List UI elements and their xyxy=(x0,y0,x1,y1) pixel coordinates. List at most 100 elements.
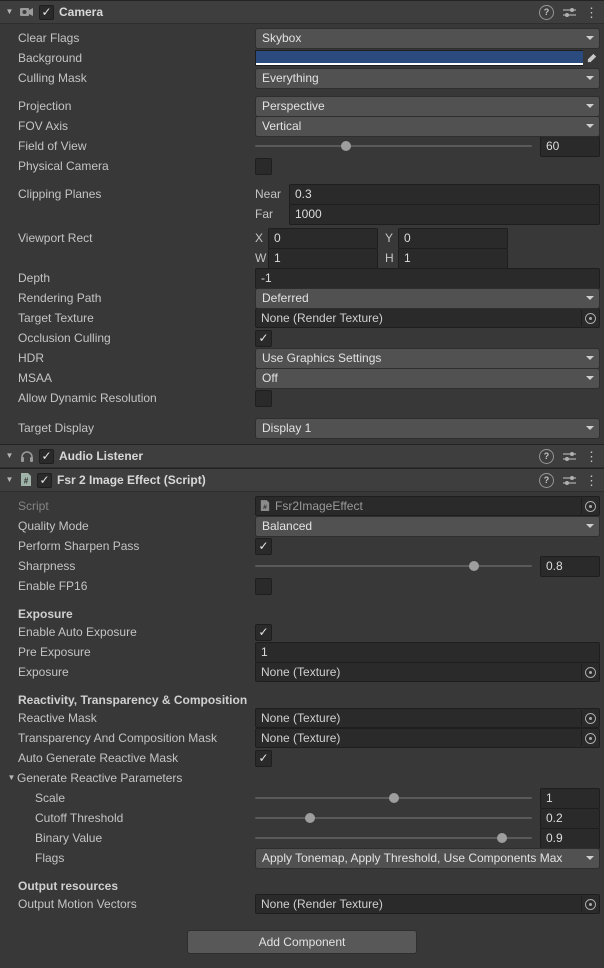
auto-generate-reactive-checkbox[interactable]: ✓ xyxy=(255,750,272,767)
clear-flags-dropdown[interactable]: Skybox xyxy=(255,28,600,49)
binary-value-slider[interactable] xyxy=(255,830,532,846)
camera-foldout-icon[interactable]: ▼ xyxy=(4,8,15,16)
perform-sharpen-checkbox[interactable]: ✓ xyxy=(255,538,272,555)
sharpness-slider[interactable] xyxy=(255,558,532,574)
cutoff-threshold-input[interactable]: 0.2 xyxy=(540,808,600,829)
fsr2-component-header[interactable]: ▼ # ✓ Fsr 2 Image Effect (Script) ? ⋮ xyxy=(0,468,604,492)
fov-axis-dropdown[interactable]: Vertical xyxy=(255,116,600,137)
audio-listener-component-header[interactable]: ▼ ✓ Audio Listener ? ⋮ xyxy=(0,444,604,468)
quality-mode-row: Quality Mode Balanced xyxy=(0,516,604,536)
viewport-w-input[interactable]: 1 xyxy=(268,248,378,269)
script-label: Script xyxy=(18,499,255,513)
transparency-mask-label: Transparency And Composition Mask xyxy=(18,731,255,745)
object-picker-icon[interactable] xyxy=(581,710,599,726)
scale-input[interactable]: 1 xyxy=(540,788,600,809)
help-icon[interactable]: ? xyxy=(539,473,554,488)
cutoff-threshold-slider[interactable] xyxy=(255,810,532,826)
depth-row: Depth -1 xyxy=(0,268,604,288)
msaa-label: MSAA xyxy=(18,371,255,385)
camera-enabled-checkbox[interactable]: ✓ xyxy=(39,5,54,20)
menu-icon[interactable]: ⋮ xyxy=(585,6,598,19)
transparency-mask-field[interactable]: None (Texture) xyxy=(255,728,600,748)
generate-reactive-params-label[interactable]: Generate Reactive Parameters xyxy=(17,771,254,785)
sharpness-slider-thumb[interactable] xyxy=(469,561,479,571)
audio-listener-foldout-icon[interactable]: ▼ xyxy=(4,452,15,460)
menu-icon[interactable]: ⋮ xyxy=(585,450,598,463)
hdr-dropdown[interactable]: Use Graphics Settings xyxy=(255,348,600,369)
fsr2-enabled-checkbox[interactable]: ✓ xyxy=(37,473,52,488)
camera-component-header[interactable]: ▼ ✓ Camera ? ⋮ xyxy=(0,0,604,24)
enable-auto-exposure-label: Enable Auto Exposure xyxy=(18,625,255,639)
enable-auto-exposure-checkbox[interactable]: ✓ xyxy=(255,624,272,641)
viewport-h-input[interactable]: 1 xyxy=(398,248,508,269)
object-picker-icon[interactable] xyxy=(581,498,599,514)
alpha-bar xyxy=(256,63,583,65)
output-motion-vectors-label: Output Motion Vectors xyxy=(18,897,255,911)
scale-slider-thumb[interactable] xyxy=(389,793,399,803)
object-picker-icon[interactable] xyxy=(581,310,599,326)
far-input[interactable]: 1000 xyxy=(289,204,600,225)
binary-value-input[interactable]: 0.9 xyxy=(540,828,600,849)
occlusion-culling-row: Occlusion Culling ✓ xyxy=(0,328,604,348)
help-icon[interactable]: ? xyxy=(539,449,554,464)
rendering-path-row: Rendering Path Deferred xyxy=(0,288,604,308)
field-of-view-input[interactable]: 60 xyxy=(540,136,600,157)
generate-reactive-params-foldout-icon[interactable]: ▼ xyxy=(6,774,17,782)
target-texture-field[interactable]: None (Render Texture) xyxy=(255,308,600,328)
field-of-view-slider[interactable] xyxy=(255,138,532,154)
target-display-dropdown[interactable]: Display 1 xyxy=(255,418,600,439)
allow-dynamic-resolution-checkbox[interactable]: ✓ xyxy=(255,390,272,407)
cutoff-threshold-slider-thumb[interactable] xyxy=(305,813,315,823)
output-motion-vectors-field[interactable]: None (Render Texture) xyxy=(255,894,600,914)
binary-value-slider-thumb[interactable] xyxy=(497,833,507,843)
allow-dynamic-resolution-row: Allow Dynamic Resolution ✓ xyxy=(0,388,604,408)
viewport-x-input[interactable]: 0 xyxy=(268,228,378,249)
auto-generate-reactive-label: Auto Generate Reactive Mask xyxy=(18,751,255,765)
depth-input[interactable]: -1 xyxy=(255,268,600,289)
field-of-view-slider-thumb[interactable] xyxy=(341,141,351,151)
viewport-y-input[interactable]: 0 xyxy=(398,228,508,249)
occlusion-culling-label: Occlusion Culling xyxy=(18,331,255,345)
object-picker-icon[interactable] xyxy=(581,896,599,912)
eyedropper-icon[interactable] xyxy=(583,50,600,66)
object-picker-icon[interactable] xyxy=(581,664,599,680)
projection-label: Projection xyxy=(18,99,255,113)
quality-mode-dropdown[interactable]: Balanced xyxy=(255,516,600,537)
viewport-x-label: X xyxy=(255,231,268,245)
physical-camera-checkbox[interactable]: ✓ xyxy=(255,158,272,175)
script-field[interactable]: # Fsr2ImageEffect xyxy=(255,496,600,516)
exposure-section-header: Exposure xyxy=(0,605,604,622)
audio-listener-enabled-checkbox[interactable]: ✓ xyxy=(39,449,54,464)
scale-slider[interactable] xyxy=(255,790,532,806)
generate-reactive-params-row[interactable]: ▼ Generate Reactive Parameters xyxy=(0,768,604,788)
presets-icon[interactable] xyxy=(563,7,576,18)
occlusion-culling-checkbox[interactable]: ✓ xyxy=(255,330,272,347)
near-input[interactable]: 0.3 xyxy=(289,184,600,205)
pre-exposure-input[interactable]: 1 xyxy=(255,642,600,663)
msaa-dropdown[interactable]: Off xyxy=(255,368,600,389)
presets-icon[interactable] xyxy=(563,475,576,486)
culling-mask-label: Culling Mask xyxy=(18,71,255,85)
background-color-swatch[interactable] xyxy=(255,50,583,66)
pre-exposure-row: Pre Exposure 1 xyxy=(0,642,604,662)
physical-camera-label: Physical Camera xyxy=(18,159,255,173)
flags-dropdown[interactable]: Apply Tonemap, Apply Threshold, Use Comp… xyxy=(255,848,600,869)
presets-icon[interactable] xyxy=(563,451,576,462)
projection-dropdown[interactable]: Perspective xyxy=(255,96,600,117)
rendering-path-dropdown[interactable]: Deferred xyxy=(255,288,600,309)
menu-icon[interactable]: ⋮ xyxy=(585,474,598,487)
exposure-field[interactable]: None (Texture) xyxy=(255,662,600,682)
msaa-row: MSAA Off xyxy=(0,368,604,388)
perform-sharpen-row: Perform Sharpen Pass ✓ xyxy=(0,536,604,556)
svg-text:#: # xyxy=(263,504,267,511)
fsr2-foldout-icon[interactable]: ▼ xyxy=(4,476,15,484)
reactive-mask-field[interactable]: None (Texture) xyxy=(255,708,600,728)
add-component-button[interactable]: Add Component xyxy=(187,930,417,954)
far-label: Far xyxy=(255,207,289,221)
help-icon[interactable]: ? xyxy=(539,5,554,20)
sharpness-input[interactable]: 0.8 xyxy=(540,556,600,577)
object-picker-icon[interactable] xyxy=(581,730,599,746)
culling-mask-dropdown[interactable]: Everything xyxy=(255,68,600,89)
enable-fp16-checkbox[interactable]: ✓ xyxy=(255,578,272,595)
flags-label: Flags xyxy=(35,851,255,865)
